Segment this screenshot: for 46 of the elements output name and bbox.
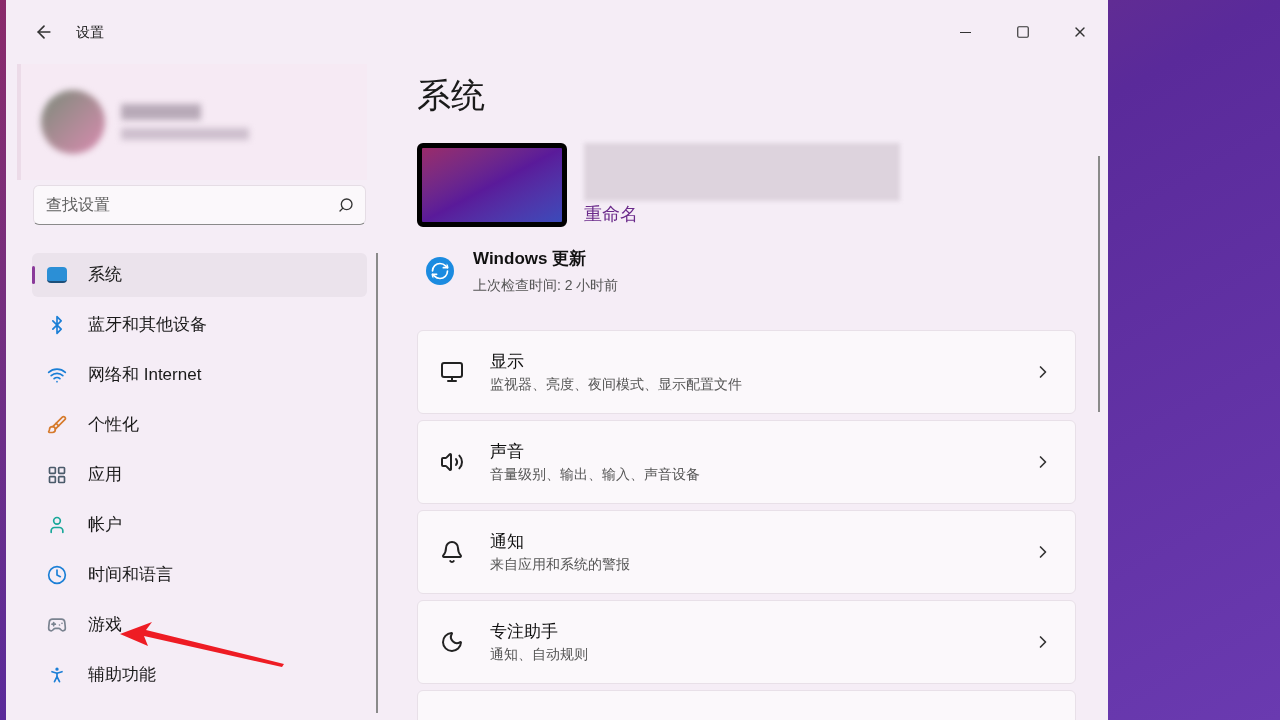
person-icon: [47, 515, 67, 535]
monitor-icon: [47, 267, 67, 283]
update-title[interactable]: Windows 更新: [473, 245, 619, 271]
card-subtitle: 通知、自动规则: [490, 645, 589, 665]
clock-icon: [47, 565, 67, 585]
scrollbar[interactable]: [1098, 156, 1100, 412]
maximize-icon: [1015, 25, 1030, 39]
card-title: 专注助手: [490, 620, 559, 643]
sidebar-item[interactable]: 时间和语言: [32, 553, 367, 597]
card-subtitle: 监视器、亮度、夜间模式、显示配置文件: [490, 375, 743, 395]
sidebar-item[interactable]: 辅助功能: [32, 653, 367, 697]
scrollbar[interactable]: [376, 253, 378, 713]
settings-card[interactable]: 专注助手 通知、自动规则: [417, 600, 1076, 684]
selection-indicator: [32, 266, 35, 284]
sidebar-item[interactable]: 应用: [32, 453, 367, 497]
card-title: 声音: [490, 440, 525, 463]
settings-card[interactable]: 通知 来自应用和系统的警报: [417, 510, 1076, 594]
card-title: 显示: [490, 350, 525, 373]
bell-icon: [440, 540, 464, 564]
wifi-icon: [47, 365, 67, 385]
sidebar-item[interactable]: 网络和 Internet: [32, 353, 367, 397]
gamepad-icon: [47, 615, 67, 635]
apps-icon: [47, 465, 67, 485]
monitor-icon: [440, 360, 464, 384]
moon-icon: [440, 630, 464, 654]
sidebar-item[interactable]: 系统: [32, 253, 367, 297]
minimize-icon: [960, 31, 971, 33]
avatar-placeholder: [41, 90, 105, 154]
sidebar-item[interactable]: 个性化: [32, 403, 367, 447]
card-subtitle: 来自应用和系统的警报: [490, 555, 631, 575]
search-icon: [338, 197, 354, 213]
card-title: 通知: [490, 530, 525, 553]
page-title: 系统: [417, 75, 486, 116]
window-title: 设置: [76, 22, 104, 42]
sidebar-item[interactable]: 帐户: [32, 503, 367, 547]
update-status: 上次检查时间: 2 小时前: [473, 276, 619, 295]
card-subtitle: 音量级别、输出、输入、声音设备: [490, 465, 701, 485]
update-icon: [426, 256, 454, 285]
settings-card[interactable]: 显示 监视器、亮度、夜间模式、显示配置文件: [417, 330, 1076, 414]
speaker-icon: [440, 450, 464, 474]
settings-card[interactable]: 声音 音量级别、输出、输入、声音设备: [417, 420, 1076, 504]
sidebar-item[interactable]: 游戏: [32, 603, 367, 647]
sidebar-item[interactable]: 蓝牙和其他设备: [32, 303, 367, 347]
search-field[interactable]: 查找设置: [33, 185, 366, 225]
brush-icon: [47, 415, 67, 435]
rename-link[interactable]: 重命名: [584, 200, 900, 228]
